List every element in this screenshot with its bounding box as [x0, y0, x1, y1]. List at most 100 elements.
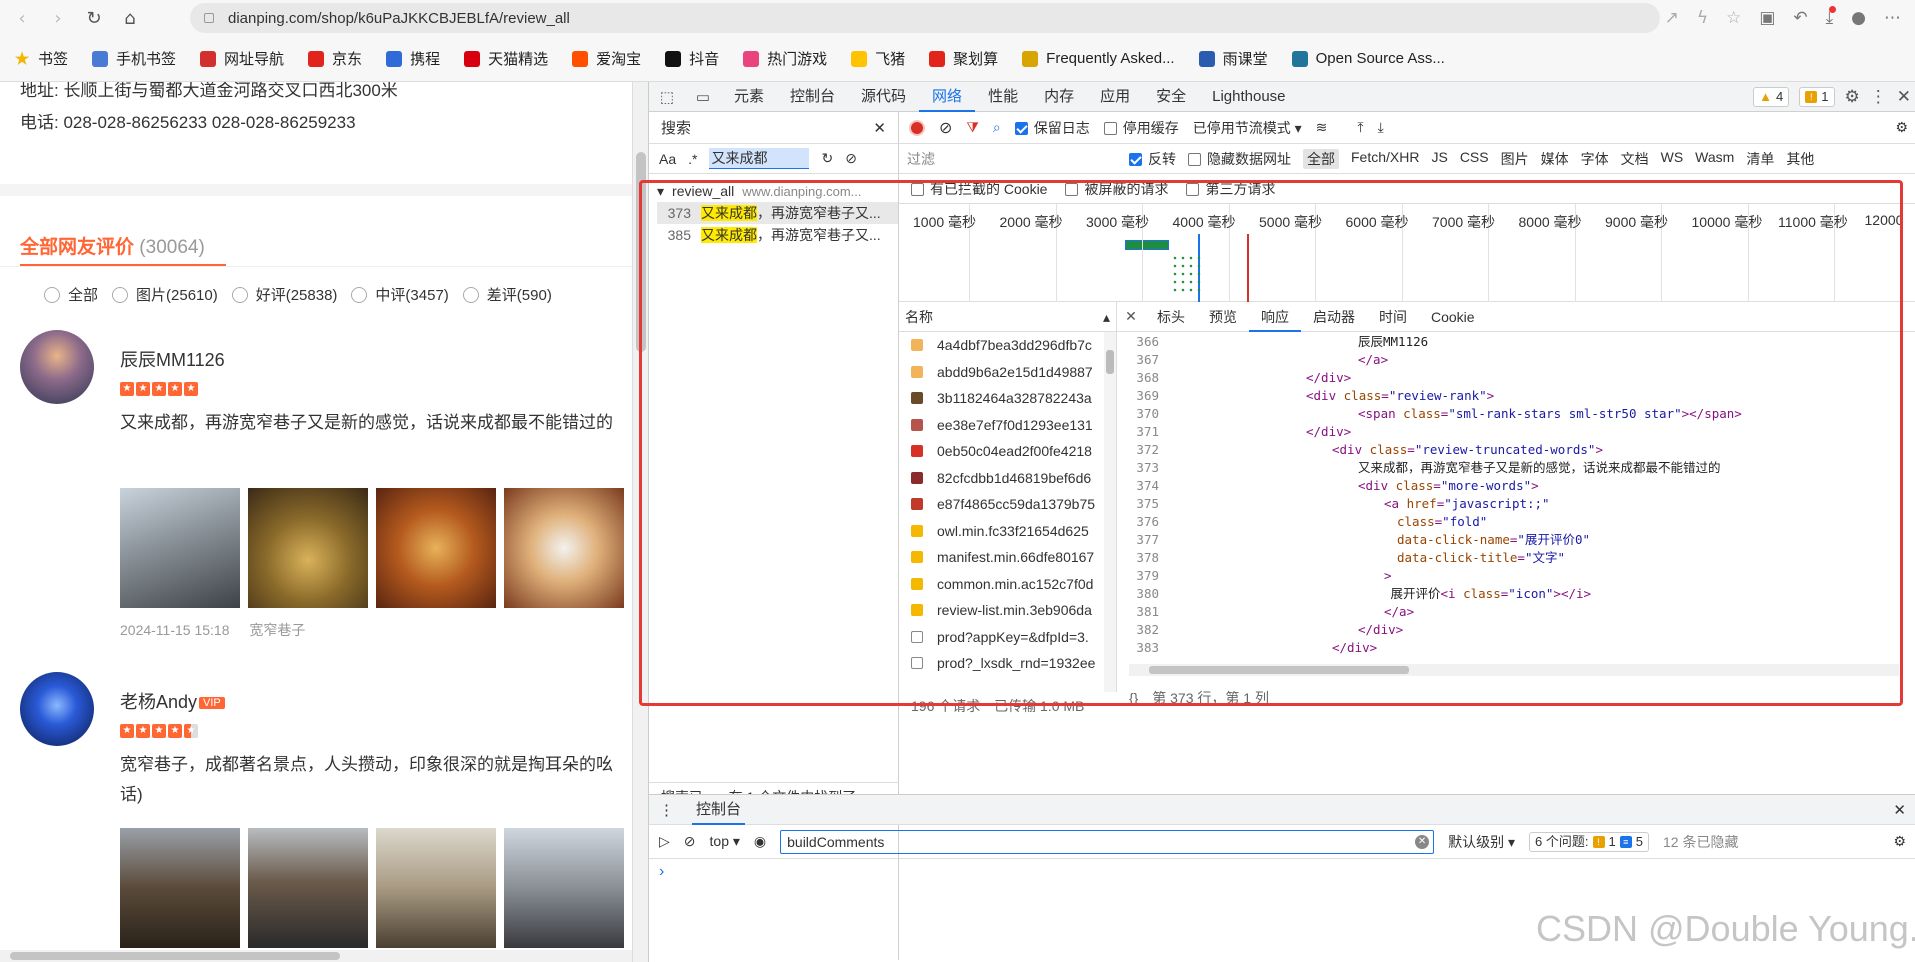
- search-icon[interactable]: ⌕: [993, 119, 1001, 136]
- scroll-thumb[interactable]: [1106, 350, 1114, 374]
- close-icon[interactable]: ✕: [1117, 308, 1145, 325]
- throttle-select[interactable]: 已停用节流模式 ▾: [1193, 118, 1302, 138]
- reload-button[interactable]: ↻: [80, 4, 108, 32]
- request-list-scrollbar[interactable]: [1104, 332, 1116, 692]
- clear-input-icon[interactable]: ✕: [1415, 834, 1430, 849]
- resource-type-filter[interactable]: 媒体: [1541, 149, 1569, 169]
- back-button[interactable]: ‹: [8, 4, 36, 32]
- review-filter-option[interactable]: 图片(25610): [112, 284, 218, 305]
- bookmark-item[interactable]: 京东: [308, 48, 362, 69]
- request-row[interactable]: prod?_lxsdk_rnd=1932ee: [899, 650, 1116, 677]
- history-back-icon[interactable]: ↶: [1793, 8, 1807, 28]
- review-filter-option[interactable]: 中评(3457): [351, 284, 449, 305]
- regex-toggle[interactable]: .*: [688, 151, 697, 167]
- issues-badge[interactable]: ! 1: [1799, 87, 1835, 107]
- review-section-title[interactable]: 全部网友评价 (30064): [20, 232, 205, 259]
- review-photo[interactable]: [248, 828, 368, 948]
- review-username[interactable]: 辰辰MM1126: [120, 346, 225, 372]
- review-photo[interactable]: [504, 488, 624, 608]
- sidebar-toggle-icon[interactable]: ▷: [659, 833, 670, 850]
- eye-icon[interactable]: ◉: [754, 833, 766, 850]
- search-hit[interactable]: 385 又来成都，再游宽窄巷子又...: [657, 224, 898, 246]
- resource-type-filter[interactable]: 全部: [1303, 148, 1339, 169]
- resource-type-filter[interactable]: Wasm: [1695, 149, 1734, 169]
- response-code[interactable]: 366 辰辰MM1126 367 </a> 368 </div> 369 <div class…: [1117, 333, 1907, 663]
- preserve-log-checkbox[interactable]: 保留日志: [1014, 118, 1090, 138]
- settings-icon[interactable]: ⚙: [1845, 87, 1860, 107]
- close-icon[interactable]: ✕: [1897, 87, 1911, 107]
- settings-icon[interactable]: ⚙: [1893, 833, 1906, 850]
- resource-type-filter[interactable]: 文档: [1621, 149, 1649, 169]
- detail-tab[interactable]: 启动器: [1301, 302, 1367, 332]
- bookmark-item[interactable]: 雨课堂: [1198, 48, 1268, 69]
- detail-tab[interactable]: 预览: [1197, 302, 1249, 332]
- extensions-icon[interactable]: ▣: [1759, 8, 1775, 28]
- resource-type-filter[interactable]: CSS: [1460, 149, 1489, 169]
- page-hscrollbar[interactable]: [0, 950, 632, 962]
- third-party-checkbox[interactable]: 第三方请求: [1186, 179, 1275, 199]
- refresh-icon[interactable]: ↻: [821, 150, 833, 167]
- devtools-tab[interactable]: 内存: [1031, 82, 1087, 112]
- review-filter-option[interactable]: 好评(25838): [231, 284, 337, 305]
- search-input[interactable]: 又来成都: [709, 148, 810, 169]
- issues-button[interactable]: 6 个问题: ! 1 ≡ 5: [1529, 831, 1649, 852]
- device-toolbar-icon[interactable]: ▭: [685, 82, 721, 112]
- request-row[interactable]: 4a4dbf7bea3dd296dfb7c: [899, 332, 1116, 359]
- settings-icon[interactable]: ⚙: [1895, 119, 1908, 136]
- home-button[interactable]: ⌂: [116, 4, 144, 32]
- avatar[interactable]: [20, 330, 94, 404]
- more-icon[interactable]: ⋮: [1870, 87, 1887, 107]
- record-button[interactable]: [909, 119, 925, 136]
- drawer-menu-icon[interactable]: ⋮: [659, 801, 674, 819]
- clear-icon[interactable]: ⊘: [939, 118, 952, 138]
- review-photo[interactable]: [120, 828, 240, 948]
- code-hscrollbar[interactable]: [1129, 664, 1899, 676]
- resource-type-filter[interactable]: 清单: [1746, 149, 1774, 169]
- clear-console-icon[interactable]: ⊘: [684, 833, 696, 850]
- devtools-tab[interactable]: 安全: [1143, 82, 1199, 112]
- review-username[interactable]: 老杨Andy VIP: [120, 688, 225, 714]
- url-bar[interactable]: dianping.com/shop/k6uPaJKKCBJEBLfA/revie…: [190, 3, 1660, 33]
- braces-icon[interactable]: {}: [1129, 690, 1138, 706]
- avatar[interactable]: [20, 672, 94, 746]
- star-icon[interactable]: ☆: [1726, 8, 1741, 28]
- forward-button[interactable]: ›: [44, 4, 72, 32]
- resource-type-filter[interactable]: JS: [1431, 149, 1447, 169]
- detail-tab[interactable]: 时间: [1367, 302, 1419, 332]
- bookmark-item[interactable]: 手机书签: [92, 48, 176, 69]
- context-select[interactable]: top ▾: [710, 833, 740, 850]
- menu-icon[interactable]: ⋯: [1884, 8, 1901, 28]
- devtools-tab[interactable]: 网络: [919, 82, 976, 112]
- review-photo[interactable]: [120, 488, 240, 608]
- scroll-thumb[interactable]: [10, 952, 340, 960]
- page-scrollbar[interactable]: [632, 82, 648, 962]
- request-row[interactable]: 82cfcdbb1d46819bef6d6: [899, 465, 1116, 492]
- wifi-icon[interactable]: ≋: [1316, 119, 1328, 136]
- devtools-tab[interactable]: 性能: [975, 82, 1031, 112]
- request-row[interactable]: prod?appKey=&dfpId=3.: [899, 624, 1116, 651]
- disable-cache-checkbox[interactable]: 停用缓存: [1103, 118, 1179, 138]
- bookmark-item[interactable]: 热门游戏: [743, 48, 827, 69]
- match-case-toggle[interactable]: Aa: [659, 151, 676, 167]
- hide-data-urls-checkbox[interactable]: 隐藏数据网址: [1188, 149, 1291, 169]
- request-row[interactable]: common.min.ac152c7f0d: [899, 571, 1116, 598]
- inspect-icon[interactable]: ⬚: [649, 82, 685, 112]
- review-filter-option[interactable]: 全部: [44, 284, 98, 305]
- blocked-requests-checkbox[interactable]: 被屏蔽的请求: [1065, 179, 1168, 199]
- devtools-tab[interactable]: 控制台: [777, 82, 848, 112]
- close-icon[interactable]: ✕: [1893, 801, 1906, 819]
- profile-icon[interactable]: ●: [1851, 8, 1866, 28]
- bookmark-item[interactable]: Open Source Ass...: [1291, 50, 1445, 67]
- request-row[interactable]: manifest.min.66dfe80167: [899, 544, 1116, 571]
- bookmark-item[interactable]: Frequently Asked...: [1022, 50, 1175, 67]
- bookmark-item[interactable]: ★ 书签: [14, 48, 68, 69]
- filter-icon[interactable]: ⧩: [966, 119, 979, 136]
- bookmark-item[interactable]: 抖音: [665, 48, 719, 69]
- name-column-header[interactable]: 名称 ▴: [899, 302, 1116, 332]
- review-photo[interactable]: [376, 828, 496, 948]
- bookmark-item[interactable]: 携程: [386, 48, 440, 69]
- bookmark-item[interactable]: 网址导航: [200, 48, 284, 69]
- review-filter-option[interactable]: 差评(590): [462, 284, 552, 305]
- devtools-tab[interactable]: Lighthouse: [1199, 82, 1298, 112]
- bookmark-item[interactable]: 飞猪: [851, 48, 905, 69]
